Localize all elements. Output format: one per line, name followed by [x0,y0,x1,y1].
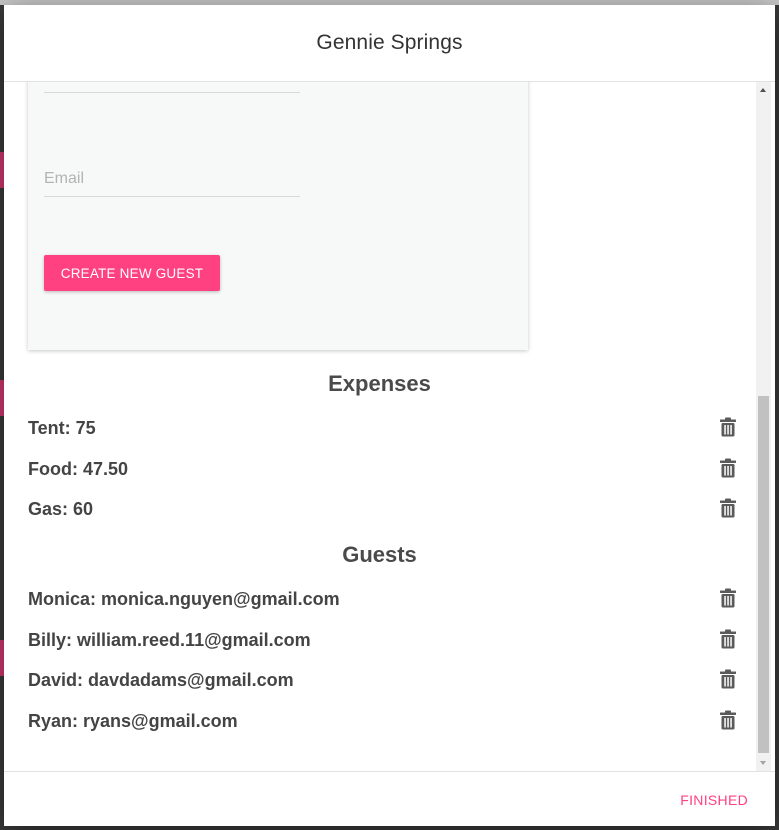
scroll-down-arrow-icon[interactable] [760,761,766,765]
dialog-header: Gennie Springs [4,5,775,82]
trash-icon[interactable] [719,669,737,689]
vertical-scrollbar[interactable] [756,82,771,771]
guests-heading: Guests [342,542,417,567]
guest-label: Ryan: ryans@gmail.com [28,711,238,731]
scrollbar-thumb[interactable] [758,396,769,753]
trash-icon[interactable] [719,498,737,518]
finished-button[interactable]: FINISHED [680,792,748,808]
expense-row: Gas: 60 [28,498,740,525]
create-new-guest-button[interactable]: CREATE NEW GUEST [44,255,220,291]
guest-row: Ryan: ryans@gmail.com [28,710,740,737]
guest-label: Monica: monica.nguyen@gmail.com [28,589,340,609]
trash-icon[interactable] [719,629,737,649]
name-input[interactable] [44,82,300,84]
expense-row: Tent: 75 [28,417,740,444]
trash-icon[interactable] [719,588,737,608]
dialog-footer: FINISHED [4,771,775,826]
guest-row: Billy: william.reed.11@gmail.com [28,629,740,656]
expense-label: Tent: 75 [28,418,96,438]
dialog-body[interactable]: CREATE NEW GUEST Expenses Tent: 75 Food:… [4,82,775,771]
new-guest-form: CREATE NEW GUEST [28,82,528,350]
guest-label: David: davdadams@gmail.com [28,670,294,690]
dialog-title: Gennie Springs [316,31,463,54]
guest-row: Monica: monica.nguyen@gmail.com [28,588,740,615]
guest-label: Billy: william.reed.11@gmail.com [28,630,311,650]
guest-dialog: Gennie Springs CREATE NEW GUEST Expenses… [4,5,775,826]
expense-label: Gas: 60 [28,499,94,519]
email-input[interactable] [44,170,300,188]
trash-icon[interactable] [719,710,737,730]
email-field [44,168,300,197]
scroll-up-arrow-icon[interactable] [760,88,766,92]
guest-row: David: davdadams@gmail.com [28,669,740,696]
trash-icon[interactable] [719,458,737,478]
name-field [44,82,300,93]
expenses-heading: Expenses [328,371,431,396]
trash-icon[interactable] [719,417,737,437]
expense-label: Food: 47.50 [28,459,129,479]
expense-row: Food: 47.50 [28,458,740,485]
